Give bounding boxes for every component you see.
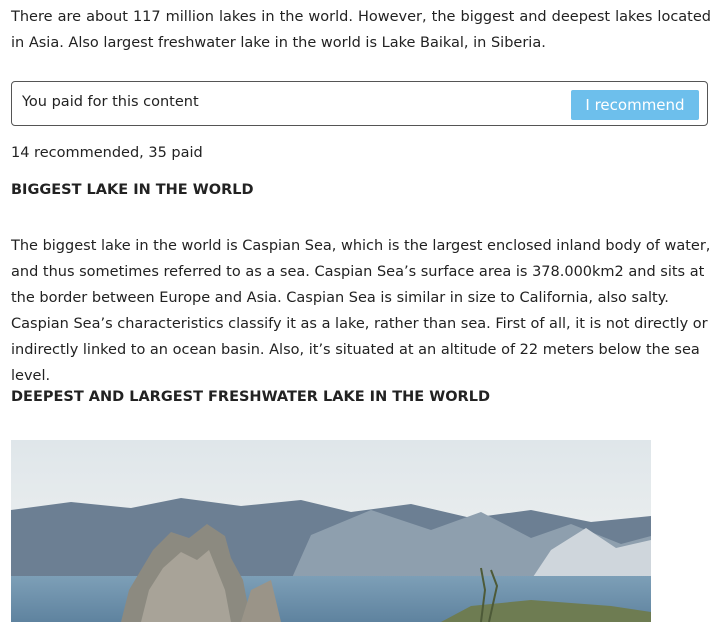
intro-paragraph: There are about 117 million lakes in the… xyxy=(11,9,711,51)
caspian-paragraph: The biggest lake in the world is Caspian… xyxy=(11,238,711,384)
heading-deepest-lake: DEEPEST AND LARGEST FRESHWATER LAKE IN T… xyxy=(11,389,490,405)
recommend-stats: 14 recommended, 35 paid xyxy=(11,145,203,161)
lake-photo-graphic xyxy=(11,440,651,622)
payment-message: You paid for this content xyxy=(22,94,199,110)
heading-biggest-lake: BIGGEST LAKE IN THE WORLD xyxy=(11,182,254,198)
payment-box: You paid for this content I recommend xyxy=(11,81,708,126)
lake-baikal-photo xyxy=(11,440,651,622)
recommend-button[interactable]: I recommend xyxy=(571,90,699,120)
